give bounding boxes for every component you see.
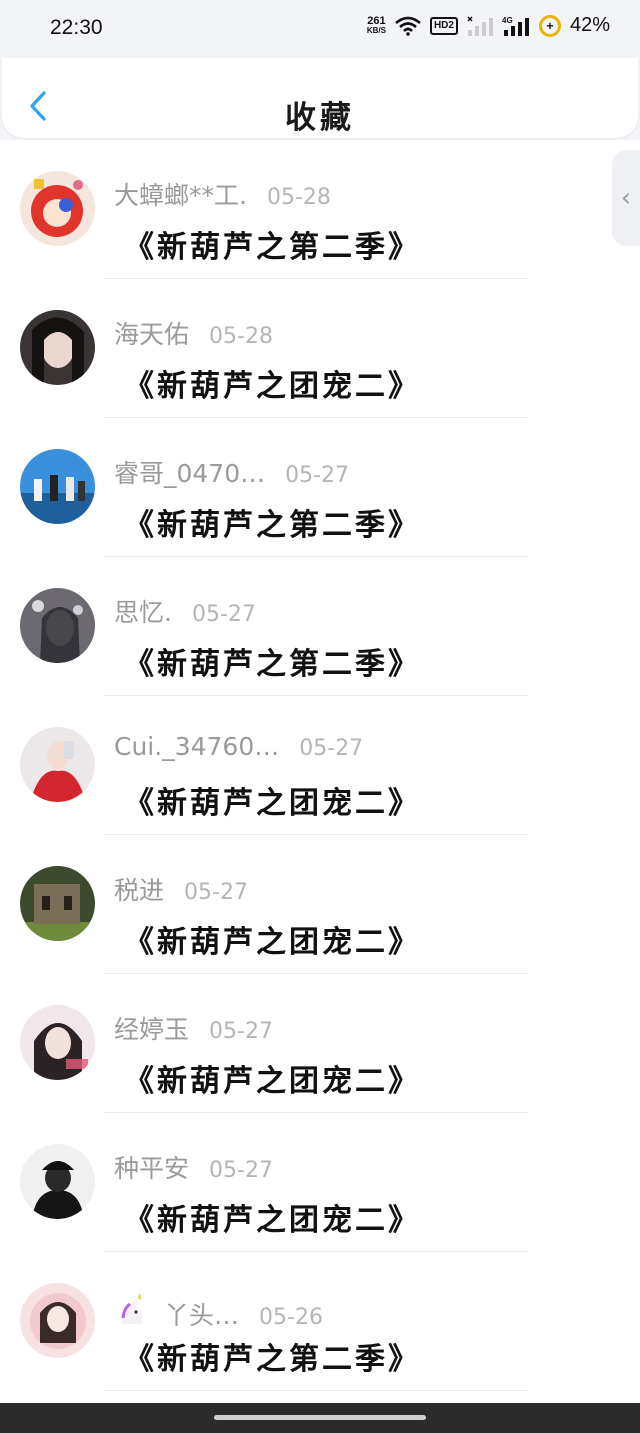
user-name[interactable]: 思忆. xyxy=(114,593,172,629)
avatar[interactable] xyxy=(20,449,95,524)
status-icons: 261 KB/S HD2 4G + 42% xyxy=(367,14,610,37)
unicorn-icon xyxy=(121,1294,143,1324)
list-item[interactable]: 经婷玉 05-27 《新葫芦之团宠二》 xyxy=(0,974,640,1113)
book-title[interactable]: 《新葫芦之第二季》 xyxy=(124,1334,421,1378)
list-item[interactable]: Cui._34760… 05-27 《新葫芦之团宠二》 xyxy=(0,696,640,835)
status-time: 22:30 xyxy=(50,16,103,39)
user-name[interactable]: 税进 xyxy=(114,871,164,907)
item-date: 05-27 xyxy=(209,1019,273,1044)
user-name[interactable]: 睿哥_0470… xyxy=(114,454,265,490)
user-name[interactable]: Cui._34760… xyxy=(114,732,279,761)
list-item[interactable]: 丫头… 05-26 《新葫芦之第二季》 xyxy=(0,1252,640,1391)
book-title[interactable]: 《新葫芦之团宠二》 xyxy=(124,1195,421,1239)
item-meta: 思忆. 05-27 xyxy=(114,593,256,629)
book-title[interactable]: 《新葫芦之第二季》 xyxy=(124,639,421,683)
item-meta: 经婷玉 05-27 xyxy=(114,1010,273,1046)
avatar[interactable] xyxy=(20,866,95,941)
item-date: 05-26 xyxy=(259,1305,323,1330)
net-speed-unit: KB/S xyxy=(366,25,386,35)
net-speed-value: 261 xyxy=(367,14,386,27)
avatar[interactable] xyxy=(20,171,95,246)
status-bar: 22:30 261 KB/S HD2 4G + 42% xyxy=(0,0,640,58)
book-title[interactable]: 《新葫芦之第二季》 xyxy=(124,500,421,544)
item-date: 05-27 xyxy=(299,736,364,761)
header: 收藏 xyxy=(0,58,640,140)
wifi-icon xyxy=(395,16,421,36)
avatar[interactable] xyxy=(20,310,95,385)
user-name[interactable]: 经婷玉 xyxy=(114,1010,189,1046)
list-item[interactable]: 种平安 05-27 《新葫芦之团宠二》 xyxy=(0,1113,640,1252)
battery-icon: + xyxy=(538,14,561,37)
signal-4g-icon: 4G xyxy=(502,16,529,36)
item-date: 05-28 xyxy=(266,185,331,210)
item-date: 05-28 xyxy=(209,324,273,349)
user-name[interactable]: 丫头… xyxy=(164,1296,239,1332)
signal-icon xyxy=(467,15,493,36)
book-title[interactable]: 《新葫芦之第二季》 xyxy=(124,222,421,266)
item-meta: 丫头… 05-26 xyxy=(114,1288,323,1332)
list-item[interactable]: 大蟑螂**工. 05-28 《新葫芦之第二季》 xyxy=(0,140,640,279)
book-title[interactable]: 《新葫芦之团宠二》 xyxy=(124,1056,421,1100)
item-meta: 种平安 05-27 xyxy=(114,1149,273,1185)
header-card: 收藏 xyxy=(2,58,638,138)
item-date: 05-27 xyxy=(209,1158,273,1183)
item-date: 05-27 xyxy=(191,602,256,627)
page-title: 收藏 xyxy=(285,100,355,136)
item-date: 05-27 xyxy=(285,463,350,488)
book-title[interactable]: 《新葫芦之团宠二》 xyxy=(124,778,421,822)
list-item[interactable]: 海天佑 05-28 《新葫芦之团宠二》 xyxy=(0,279,640,418)
home-indicator[interactable] xyxy=(214,1415,426,1420)
avatar[interactable] xyxy=(20,1005,95,1080)
favorites-list: 大蟑螂**工. 05-28 《新葫芦之第二季》 海天佑 05-28 《新葫芦之团… xyxy=(0,140,640,1391)
svg-text:4G: 4G xyxy=(502,16,513,25)
user-name[interactable]: 海天佑 xyxy=(114,315,189,351)
book-title[interactable]: 《新葫芦之团宠二》 xyxy=(124,917,421,961)
list-item[interactable]: 睿哥_0470… 05-27 《新葫芦之第二季》 xyxy=(0,418,640,557)
divider xyxy=(104,1390,528,1391)
book-title[interactable]: 《新葫芦之团宠二》 xyxy=(124,361,421,405)
avatar[interactable] xyxy=(20,588,95,663)
list-item[interactable]: 思忆. 05-27 《新葫芦之第二季》 xyxy=(0,557,640,696)
net-speed: 261 KB/S xyxy=(366,14,386,36)
item-meta: Cui._34760… 05-27 xyxy=(114,732,363,761)
avatar[interactable] xyxy=(20,1283,95,1358)
item-meta: 大蟑螂**工. 05-28 xyxy=(114,176,331,212)
avatar[interactable] xyxy=(20,1144,95,1219)
system-nav-bar xyxy=(0,1403,640,1433)
list-item[interactable]: 税进 05-27 《新葫芦之团宠二》 xyxy=(0,835,640,974)
item-meta: 税进 05-27 xyxy=(114,871,248,907)
user-name[interactable]: 大蟑螂**工. xyxy=(114,176,247,212)
item-meta: 睿哥_0470… 05-27 xyxy=(114,454,349,490)
battery-percent: 42% xyxy=(569,14,610,36)
hd-icon: HD2 xyxy=(429,16,458,35)
item-date: 05-27 xyxy=(184,880,248,905)
avatar[interactable] xyxy=(20,727,95,802)
user-name[interactable]: 种平安 xyxy=(114,1149,189,1185)
item-meta: 海天佑 05-28 xyxy=(114,315,273,351)
